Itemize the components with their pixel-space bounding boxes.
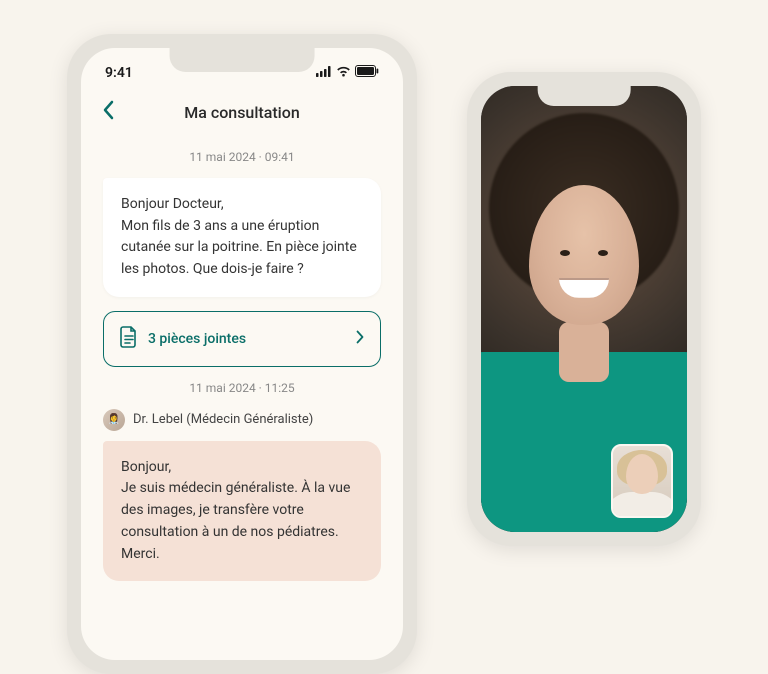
wifi-icon [336,65,351,81]
doctor-avatar: 👩‍⚕️ [103,409,125,431]
page-title: Ma consultation [184,103,299,122]
chat-body: 11 mai 2024 · 09:41 Bonjour Docteur, Mon… [81,150,403,581]
timestamp-2: 11 mai 2024 · 11:25 [103,381,381,395]
back-icon[interactable] [101,100,115,124]
user-message-bubble: Bonjour Docteur, Mon fils de 3 ans a une… [103,178,381,297]
document-icon [120,326,138,352]
sender-name: Dr. Lebel (Médecin Généraliste) [133,412,313,427]
doctor-message-bubble: Bonjour, Je suis médecin généraliste. À … [103,441,381,581]
phone-notch [538,86,631,106]
attachments-label: 3 pièces jointes [148,331,246,347]
phone-mockup-video [467,72,701,546]
chevron-right-icon [356,330,364,348]
status-indicators [316,65,379,81]
attachments-button[interactable]: 3 pièces jointes [103,311,381,367]
battery-icon [355,65,379,81]
self-video-pip[interactable] [611,444,673,518]
phone-notch [170,48,315,72]
signal-icon [316,65,332,81]
chat-screen: 9:41 Ma consultation 11 mai 2024 · 09:41 [81,48,403,660]
timestamp-1: 11 mai 2024 · 09:41 [103,150,381,164]
phone-mockup-chat: 9:41 Ma consultation 11 mai 2024 · 09:41 [67,34,417,674]
status-time: 9:41 [105,65,133,81]
user-message-text: Bonjour Docteur, Mon fils de 3 ans a une… [121,196,357,277]
video-screen[interactable] [481,86,687,532]
doctor-message-text: Bonjour, Je suis médecin généraliste. À … [121,459,350,562]
sender-row: 👩‍⚕️ Dr. Lebel (Médecin Généraliste) [103,409,381,431]
app-header: Ma consultation [81,86,403,136]
